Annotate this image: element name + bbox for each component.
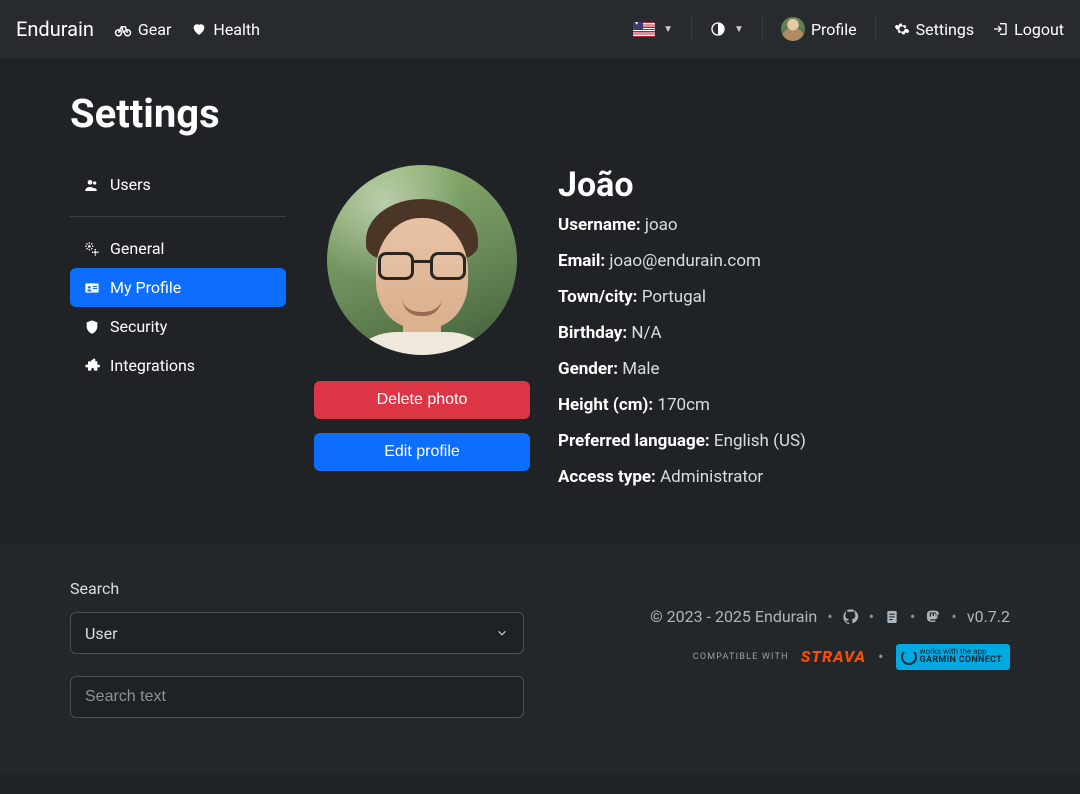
nav-gear[interactable]: Gear (114, 20, 172, 39)
page-title: Settings (70, 90, 1010, 137)
mastodon-link[interactable] (925, 609, 941, 625)
chevron-down-icon: ▼ (734, 24, 744, 35)
version: v0.7.2 (967, 607, 1010, 626)
nav-health[interactable]: Health (191, 20, 260, 39)
compatible-label: COMPATIBLE WITH (693, 652, 789, 662)
sidebar-item-integrations[interactable]: Integrations (70, 346, 286, 385)
sidebar-item-my-profile[interactable]: My Profile (70, 268, 286, 307)
nav-profile[interactable]: Profile (781, 17, 857, 41)
divider (691, 17, 692, 41)
sidebar-item-users[interactable]: Users (70, 165, 286, 204)
flag-us-icon (633, 22, 655, 37)
sidebar-item-label: Users (110, 175, 151, 194)
sidebar-item-label: My Profile (110, 278, 181, 297)
divider (70, 216, 286, 217)
settings-sidebar: Users General My Profile Security (70, 165, 286, 385)
contrast-icon (710, 21, 726, 37)
github-link[interactable] (843, 609, 859, 625)
nav-settings[interactable]: Settings (894, 20, 974, 39)
sidebar-item-security[interactable]: Security (70, 307, 286, 346)
sidebar-item-label: Security (110, 317, 167, 336)
language-menu[interactable]: ▼ (633, 22, 673, 37)
detail-username: Username: joao (558, 215, 1010, 235)
copyright: © 2023 - 2025 Endurain (650, 607, 817, 626)
detail-language: Preferred language: English (US) (558, 431, 1010, 451)
search-label: Search (70, 579, 524, 598)
divider (762, 17, 763, 41)
strava-logo: STRAVA (801, 647, 866, 666)
shield-icon (84, 319, 100, 335)
nav-settings-label: Settings (916, 20, 974, 39)
id-card-icon (84, 280, 100, 296)
nav-logout[interactable]: Logout (992, 20, 1064, 39)
detail-town: Town/city: Portugal (558, 287, 1010, 307)
chevron-down-icon (495, 626, 509, 640)
detail-height: Height (cm): 170cm (558, 395, 1010, 415)
detail-gender: Gender: Male (558, 359, 1010, 379)
bike-icon (114, 20, 132, 38)
detail-email: Email: joao@endurain.com (558, 251, 1010, 271)
footer-meta: © 2023 - 2025 Endurain • • • • v0.7.2 (564, 607, 1010, 626)
select-value: User (85, 624, 118, 643)
detail-access: Access type: Administrator (558, 467, 1010, 487)
users-icon (84, 177, 100, 193)
gears-icon (84, 241, 100, 257)
theme-menu[interactable]: ▼ (710, 21, 744, 37)
sidebar-item-general[interactable]: General (70, 229, 286, 268)
nav-health-label: Health (213, 20, 260, 39)
search-input[interactable] (70, 676, 524, 718)
brand[interactable]: Endurain (16, 17, 94, 41)
gear-icon (894, 21, 910, 37)
profile-avatar (327, 165, 517, 355)
profile-name: João (558, 165, 1010, 205)
garmin-badge: works with the appGARMIN CONNECT (896, 644, 1010, 670)
search-scope-select[interactable]: User (70, 612, 524, 654)
nav-profile-label: Profile (811, 20, 857, 39)
footer: Search User © 2023 - 2025 Endurain • • (0, 543, 1080, 774)
divider (875, 17, 876, 41)
delete-photo-button[interactable]: Delete photo (314, 381, 530, 419)
avatar-icon (781, 17, 805, 41)
puzzle-icon (84, 358, 100, 374)
sidebar-item-label: General (110, 239, 164, 258)
heart-icon (191, 21, 207, 37)
edit-profile-button[interactable]: Edit profile (314, 433, 530, 471)
docs-link[interactable] (884, 609, 900, 625)
logout-icon (992, 21, 1008, 37)
nav-logout-label: Logout (1014, 20, 1064, 39)
nav-gear-label: Gear (138, 20, 172, 39)
profile-details: João Username: joao Email: joao@endurain… (558, 165, 1010, 503)
top-navbar: Endurain Gear Health ▼ ▼ (0, 0, 1080, 58)
chevron-down-icon: ▼ (663, 24, 673, 35)
sidebar-item-label: Integrations (110, 356, 195, 375)
detail-birthday: Birthday: N/A (558, 323, 1010, 343)
